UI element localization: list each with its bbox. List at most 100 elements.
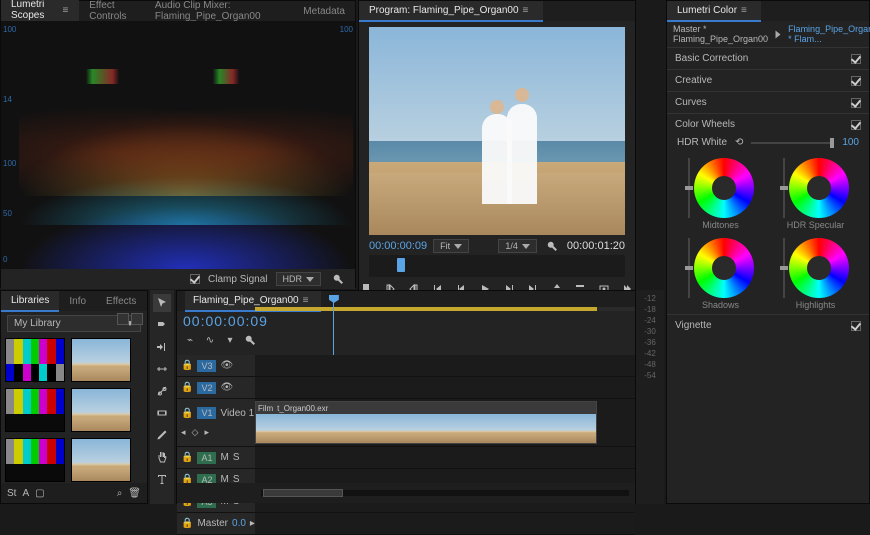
hdr-white-slider[interactable] bbox=[751, 142, 834, 144]
slider-handle[interactable] bbox=[780, 186, 788, 190]
type-tool[interactable] bbox=[153, 470, 171, 488]
slider-handle[interactable] bbox=[685, 266, 693, 270]
snap-icon[interactable]: ⌁ bbox=[183, 333, 197, 347]
panel-menu-icon[interactable]: ≡ bbox=[62, 5, 69, 15]
razor-tool[interactable] bbox=[153, 382, 171, 400]
eye-icon[interactable]: 👁 bbox=[220, 360, 233, 371]
text-icon[interactable]: A bbox=[22, 488, 29, 499]
zoom-scrollbar[interactable] bbox=[261, 490, 629, 496]
lock-icon[interactable]: 🔒 bbox=[181, 518, 193, 529]
panel-menu-icon[interactable]: ≡ bbox=[741, 5, 751, 15]
asset-thumbnail[interactable] bbox=[5, 388, 65, 432]
luma-slider[interactable] bbox=[688, 158, 690, 218]
track-select-tool[interactable] bbox=[153, 316, 171, 334]
asset-thumbnail[interactable] bbox=[71, 438, 131, 482]
resolution-dropdown[interactable]: 1/4 bbox=[498, 239, 537, 253]
track-tag[interactable]: V1 bbox=[197, 407, 216, 419]
asset-thumbnail[interactable] bbox=[71, 338, 131, 382]
crumb-clip[interactable]: Flaming_Pipe_Organ00 * Flam... bbox=[788, 24, 870, 44]
reset-icon[interactable]: ⟲ bbox=[735, 137, 743, 148]
track-header[interactable]: 🔒Master0.0▸◂ bbox=[177, 513, 255, 534]
list-view-icon[interactable] bbox=[131, 313, 143, 325]
trash-icon[interactable]: 🗑 bbox=[128, 488, 141, 499]
track-header[interactable]: 🔒 V3 👁 bbox=[177, 355, 255, 376]
track-lane[interactable] bbox=[255, 355, 635, 376]
tab-program[interactable]: Program: Flaming_Pipe_Organ00 ≡ bbox=[359, 1, 543, 22]
program-video-view[interactable] bbox=[369, 27, 625, 235]
keyframe-prev-icon[interactable]: ◂ bbox=[181, 427, 186, 438]
link-icon[interactable]: ∿ bbox=[203, 333, 217, 347]
master-value[interactable]: 0.0 bbox=[232, 518, 246, 529]
luma-slider[interactable] bbox=[688, 238, 690, 298]
color-wheel[interactable] bbox=[789, 238, 849, 298]
lock-icon[interactable]: 🔒 bbox=[181, 408, 193, 419]
track-lane[interactable] bbox=[255, 513, 635, 534]
crumb-master[interactable]: Master * Flaming_Pipe_Organ00 bbox=[673, 24, 768, 44]
color-wheel[interactable] bbox=[789, 158, 849, 218]
rate-stretch-tool[interactable] bbox=[153, 360, 171, 378]
ripple-edit-tool[interactable] bbox=[153, 338, 171, 356]
search-icon[interactable]: ⌕ bbox=[117, 488, 123, 499]
luma-slider[interactable] bbox=[783, 158, 785, 218]
track-tag[interactable]: A1 bbox=[197, 452, 216, 464]
track-lane[interactable] bbox=[255, 447, 635, 468]
stock-icon[interactable]: St bbox=[7, 488, 16, 499]
keyframe-next-icon[interactable]: ▸ bbox=[204, 427, 209, 438]
asset-thumbnail[interactable] bbox=[5, 338, 65, 382]
panel-menu-icon[interactable]: ≡ bbox=[523, 5, 533, 15]
slip-tool[interactable] bbox=[153, 404, 171, 422]
timeline-timecode[interactable]: 00:00:00:09 bbox=[183, 313, 629, 329]
panel-menu-icon[interactable]: ≡ bbox=[303, 295, 313, 305]
asset-thumbnail[interactable] bbox=[71, 388, 131, 432]
tab-lumetri-color[interactable]: Lumetri Color ≡ bbox=[667, 1, 761, 22]
keyframe-add-icon[interactable]: ◇ bbox=[192, 427, 199, 438]
zoom-handle[interactable] bbox=[263, 489, 343, 497]
program-mini-timeline[interactable] bbox=[369, 255, 625, 277]
section-toggle-checkbox[interactable] bbox=[851, 98, 861, 108]
section-color-wheels[interactable]: Color Wheels bbox=[667, 113, 869, 135]
slider-handle[interactable] bbox=[780, 266, 788, 270]
track-lane[interactable] bbox=[255, 377, 635, 398]
section-curves[interactable]: Curves bbox=[667, 91, 869, 113]
lock-icon[interactable]: 🔒 bbox=[181, 452, 193, 463]
track-header[interactable]: 🔒V2👁 bbox=[177, 377, 255, 398]
section-toggle-checkbox[interactable] bbox=[851, 120, 861, 130]
work-area[interactable] bbox=[255, 307, 635, 311]
track-tag[interactable]: V3 bbox=[197, 360, 216, 372]
playhead-marker[interactable] bbox=[397, 258, 405, 272]
selection-tool[interactable] bbox=[153, 294, 171, 312]
hand-tool[interactable] bbox=[153, 448, 171, 466]
lock-icon[interactable]: 🔒 bbox=[181, 360, 193, 371]
track-header[interactable]: 🔒V1Video 1 ◂◇▸ bbox=[177, 399, 255, 446]
slider-handle[interactable] bbox=[685, 186, 693, 190]
marker-icon[interactable]: ▾ bbox=[223, 333, 237, 347]
asset-thumbnail[interactable] bbox=[5, 438, 65, 482]
lock-icon[interactable]: 🔒 bbox=[181, 382, 193, 393]
section-basic-correction[interactable]: Basic Correction bbox=[667, 47, 869, 69]
video-clip[interactable]: Filmt_Organ00.exr bbox=[255, 401, 597, 444]
tab-effects[interactable]: Effects bbox=[96, 292, 146, 311]
section-creative[interactable]: Creative bbox=[667, 69, 869, 91]
hdr-value[interactable]: 100 bbox=[842, 137, 859, 148]
wrench-icon[interactable] bbox=[543, 237, 561, 255]
tab-libraries[interactable]: Libraries bbox=[1, 291, 59, 312]
section-vignette[interactable]: Vignette bbox=[667, 314, 869, 336]
zoom-dropdown[interactable]: Fit bbox=[433, 239, 469, 253]
grid-view-icon[interactable] bbox=[117, 313, 129, 325]
wrench-icon[interactable] bbox=[329, 270, 347, 288]
fx-badge[interactable]: Film bbox=[258, 404, 273, 413]
mute-button[interactable]: M bbox=[220, 452, 228, 463]
color-wheel[interactable] bbox=[694, 238, 754, 298]
color-wheel[interactable] bbox=[694, 158, 754, 218]
scope-mode-dropdown[interactable]: HDR bbox=[276, 272, 322, 286]
section-toggle-checkbox[interactable] bbox=[851, 54, 861, 64]
tab-metadata[interactable]: Metadata bbox=[293, 2, 355, 21]
timecode-out[interactable]: 00:00:01:20 bbox=[567, 240, 625, 252]
tab-info[interactable]: Info bbox=[59, 292, 96, 311]
eye-icon[interactable]: 👁 bbox=[220, 382, 233, 393]
slider-handle[interactable] bbox=[830, 138, 834, 148]
section-toggle-checkbox[interactable] bbox=[851, 321, 861, 331]
solo-button[interactable]: S bbox=[233, 452, 240, 463]
timecode-in[interactable]: 00:00:00:09 bbox=[369, 240, 427, 252]
luma-slider[interactable] bbox=[783, 238, 785, 298]
